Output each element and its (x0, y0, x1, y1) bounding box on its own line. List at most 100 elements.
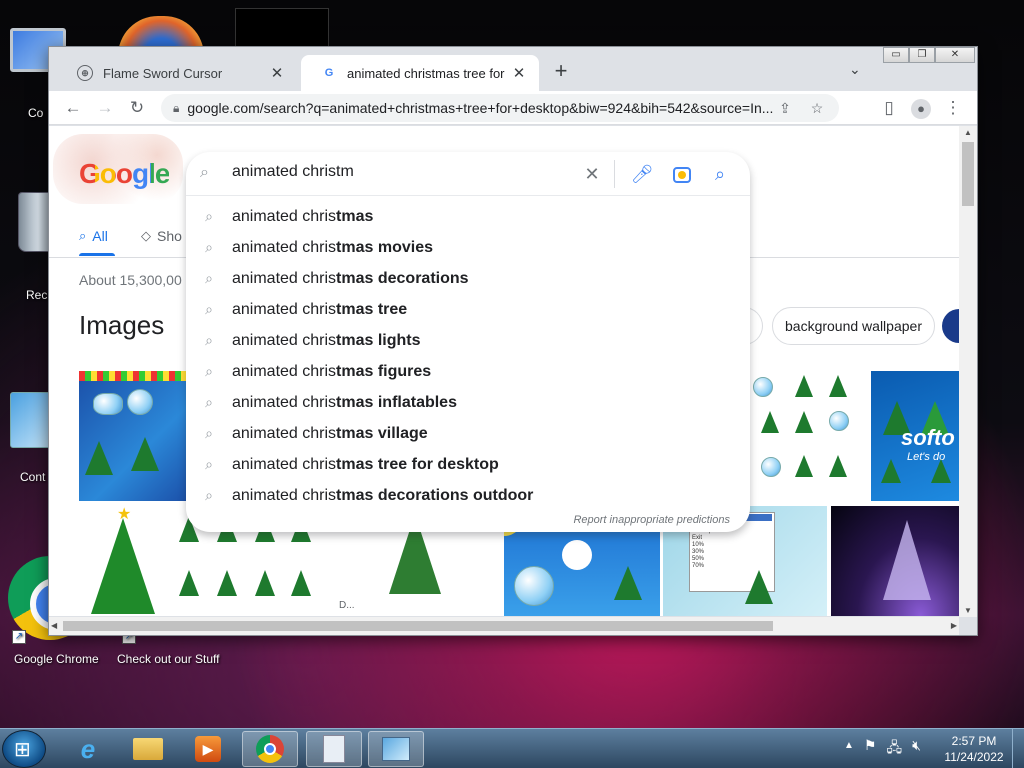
search-suggestions-panel: ⌕ ✕ 🎤︎ ⌕ ⌕animated christmas⌕animated ch… (186, 152, 750, 532)
suggestion-prefix: animated chris (232, 424, 337, 442)
chip-next[interactable] (942, 309, 959, 343)
taskbar-ie[interactable]: e (60, 731, 116, 767)
image-thumbnail[interactable] (751, 371, 869, 501)
folder-icon (133, 738, 163, 760)
speaker-muted-icon[interactable]: 🔇︎ (912, 737, 921, 761)
address-bar[interactable]: 🔒︎ google.com/search?q=animated+christma… (161, 94, 839, 122)
camera-lens-icon[interactable] (670, 162, 694, 186)
profile-avatar-icon[interactable]: ● (909, 96, 933, 120)
search-bar[interactable]: ⌕ ✕ 🎤︎ ⌕ (186, 152, 750, 196)
chrome-icon (256, 735, 284, 763)
suggestion-item[interactable]: ⌕ animated chris tmas lights (186, 325, 750, 356)
start-button[interactable] (2, 730, 46, 768)
report-predictions-link[interactable]: Report inappropriate predictions (573, 514, 730, 526)
flag-icon[interactable]: ⚑ (864, 737, 877, 761)
suggestion-prefix: animated chris (232, 486, 337, 504)
thumb-caption: D... (339, 600, 355, 611)
show-hidden-icons-icon[interactable]: ▲ (844, 737, 854, 761)
suggestion-item[interactable]: ⌕ animated chris tmas tree (186, 294, 750, 325)
chip-label: background wallpaper (785, 318, 922, 334)
back-button[interactable]: ← (61, 96, 85, 120)
black-desktop-icon[interactable] (235, 8, 329, 48)
menu-item: Exit (692, 535, 703, 541)
document-icon (323, 735, 345, 763)
clear-search-icon[interactable]: ✕ (580, 162, 604, 186)
suggestion-item[interactable]: ⌕ animated chris tmas figures (186, 356, 750, 387)
tab-shopping[interactable]: ◇ Sho (141, 228, 182, 244)
suggestion-completion: tmas inflatables (336, 393, 457, 411)
taskbar: e ▶ ▲ ⚑ 🖧︎ 🔇︎ 2:57 PM 11/24/2022 (0, 728, 1024, 768)
globe-icon: ⊕ (77, 65, 93, 81)
minimize-button[interactable]: ▭ (883, 47, 909, 63)
desktop-icon-label: Cont (20, 470, 46, 484)
side-panel-icon[interactable]: ▯ (877, 96, 901, 120)
suggestion-prefix: animated chris (232, 238, 337, 256)
search-bar-divider (614, 160, 615, 188)
suggestion-item[interactable]: ⌕ animated chris tmas decorations outdoor (186, 480, 750, 511)
taskbar-media-player[interactable]: ▶ (180, 731, 236, 767)
network-icon[interactable]: 🖧︎ (886, 737, 902, 761)
clock[interactable]: 2:57 PM 11/24/2022 (938, 733, 1010, 765)
suggestion-prefix: animated chris (232, 455, 337, 473)
taskbar-chrome[interactable] (242, 731, 298, 767)
suggestion-item[interactable]: ⌕ animated chris tmas tree for desktop (186, 449, 750, 480)
suggestion-item[interactable]: ⌕ animated chris tmas village (186, 418, 750, 449)
maximize-button[interactable]: ❐ (909, 47, 935, 63)
bookmark-star-icon[interactable]: ☆ (805, 94, 829, 122)
tab-all[interactable]: ⌕ All (79, 228, 115, 256)
search-input[interactable] (232, 163, 532, 181)
tab-title: animated christmas tree for desk (347, 65, 507, 81)
close-window-button[interactable]: ✕ (935, 47, 975, 63)
image-thumbnail[interactable] (831, 506, 959, 616)
thumb-text: softo (901, 425, 955, 450)
suggestion-prefix: animated chris (232, 269, 337, 287)
menu-item: 10% (692, 542, 705, 548)
internet-explorer-icon: e (80, 733, 96, 764)
suggestion-item[interactable]: ⌕ animated chris tmas movies (186, 232, 750, 263)
suggestion-item[interactable]: ⌕ animated chris tmas inflatables (186, 387, 750, 418)
suggestion-item[interactable]: ⌕ animated chris tmas decorations (186, 263, 750, 294)
suggestion-completion: tmas village (336, 424, 428, 442)
vertical-scrollbar[interactable]: ▲ ▼ (959, 126, 977, 617)
desktop-icon-check-out-our-stuff[interactable]: ↗ Check out our Stuff (112, 630, 228, 672)
result-stats: About 15,300,00 (79, 272, 182, 288)
images-heading: Images (79, 310, 165, 340)
google-logo[interactable]: Google (79, 158, 170, 190)
suggestion-prefix: animated chris (232, 331, 337, 349)
scrollbar-thumb[interactable] (63, 621, 773, 631)
search-icon: ⌕ (79, 228, 87, 243)
forward-button[interactable]: → (93, 96, 117, 120)
menu-kebab-icon[interactable]: ⋮ (941, 96, 965, 120)
search-icon: ⌕ (205, 425, 213, 441)
show-desktop-button[interactable] (1012, 729, 1024, 768)
tab-flame-sword-cursor[interactable]: ⊕ Flame Sword Cursor ✕ (57, 55, 297, 91)
microphone-icon[interactable]: 🎤︎ (630, 162, 654, 186)
taskbar-explorer[interactable] (120, 731, 176, 767)
close-tab-icon[interactable]: ✕ (265, 61, 289, 85)
chip-background-wallpaper[interactable]: background wallpaper (772, 307, 935, 345)
desktop-icon-label: Co (28, 106, 44, 120)
image-thumbnail[interactable]: softo Let's do (871, 371, 959, 501)
search-submit-icon[interactable]: ⌕ (708, 162, 732, 186)
image-thumbnail[interactable]: ★ (79, 506, 169, 616)
clock-date: 11/24/2022 (944, 750, 1004, 764)
taskbar-control-panel[interactable] (368, 731, 424, 767)
scrollbar-thumb[interactable] (962, 142, 974, 206)
suggestion-item[interactable]: ⌕ animated chris tmas (186, 201, 750, 232)
image-thumbnail[interactable] (79, 371, 189, 501)
new-tab-button[interactable]: + (549, 60, 573, 84)
reload-button[interactable]: ↻ (125, 96, 149, 120)
tab-search-chevron-icon[interactable]: ⌄ (849, 61, 861, 78)
horizontal-scrollbar[interactable]: ◀ ▶ (49, 617, 959, 635)
suggestion-completion: tmas tree for desktop (336, 455, 499, 473)
star-icon: ★ (117, 506, 132, 523)
tab-strip: ⊕ Flame Sword Cursor ✕ G animated christ… (49, 47, 977, 91)
menu-item: 30% (692, 549, 705, 555)
share-icon[interactable]: ⇪ (773, 94, 797, 122)
close-tab-icon[interactable]: ✕ (507, 61, 531, 85)
tab-google-search[interactable]: G animated christmas tree for desk ✕ (301, 55, 539, 91)
system-tray: ▲ ⚑ 🖧︎ 🔇︎ (844, 737, 921, 761)
taskbar-notepad[interactable] (306, 731, 362, 767)
control-panel-icon (382, 737, 410, 761)
clock-time: 2:57 PM (951, 734, 997, 748)
